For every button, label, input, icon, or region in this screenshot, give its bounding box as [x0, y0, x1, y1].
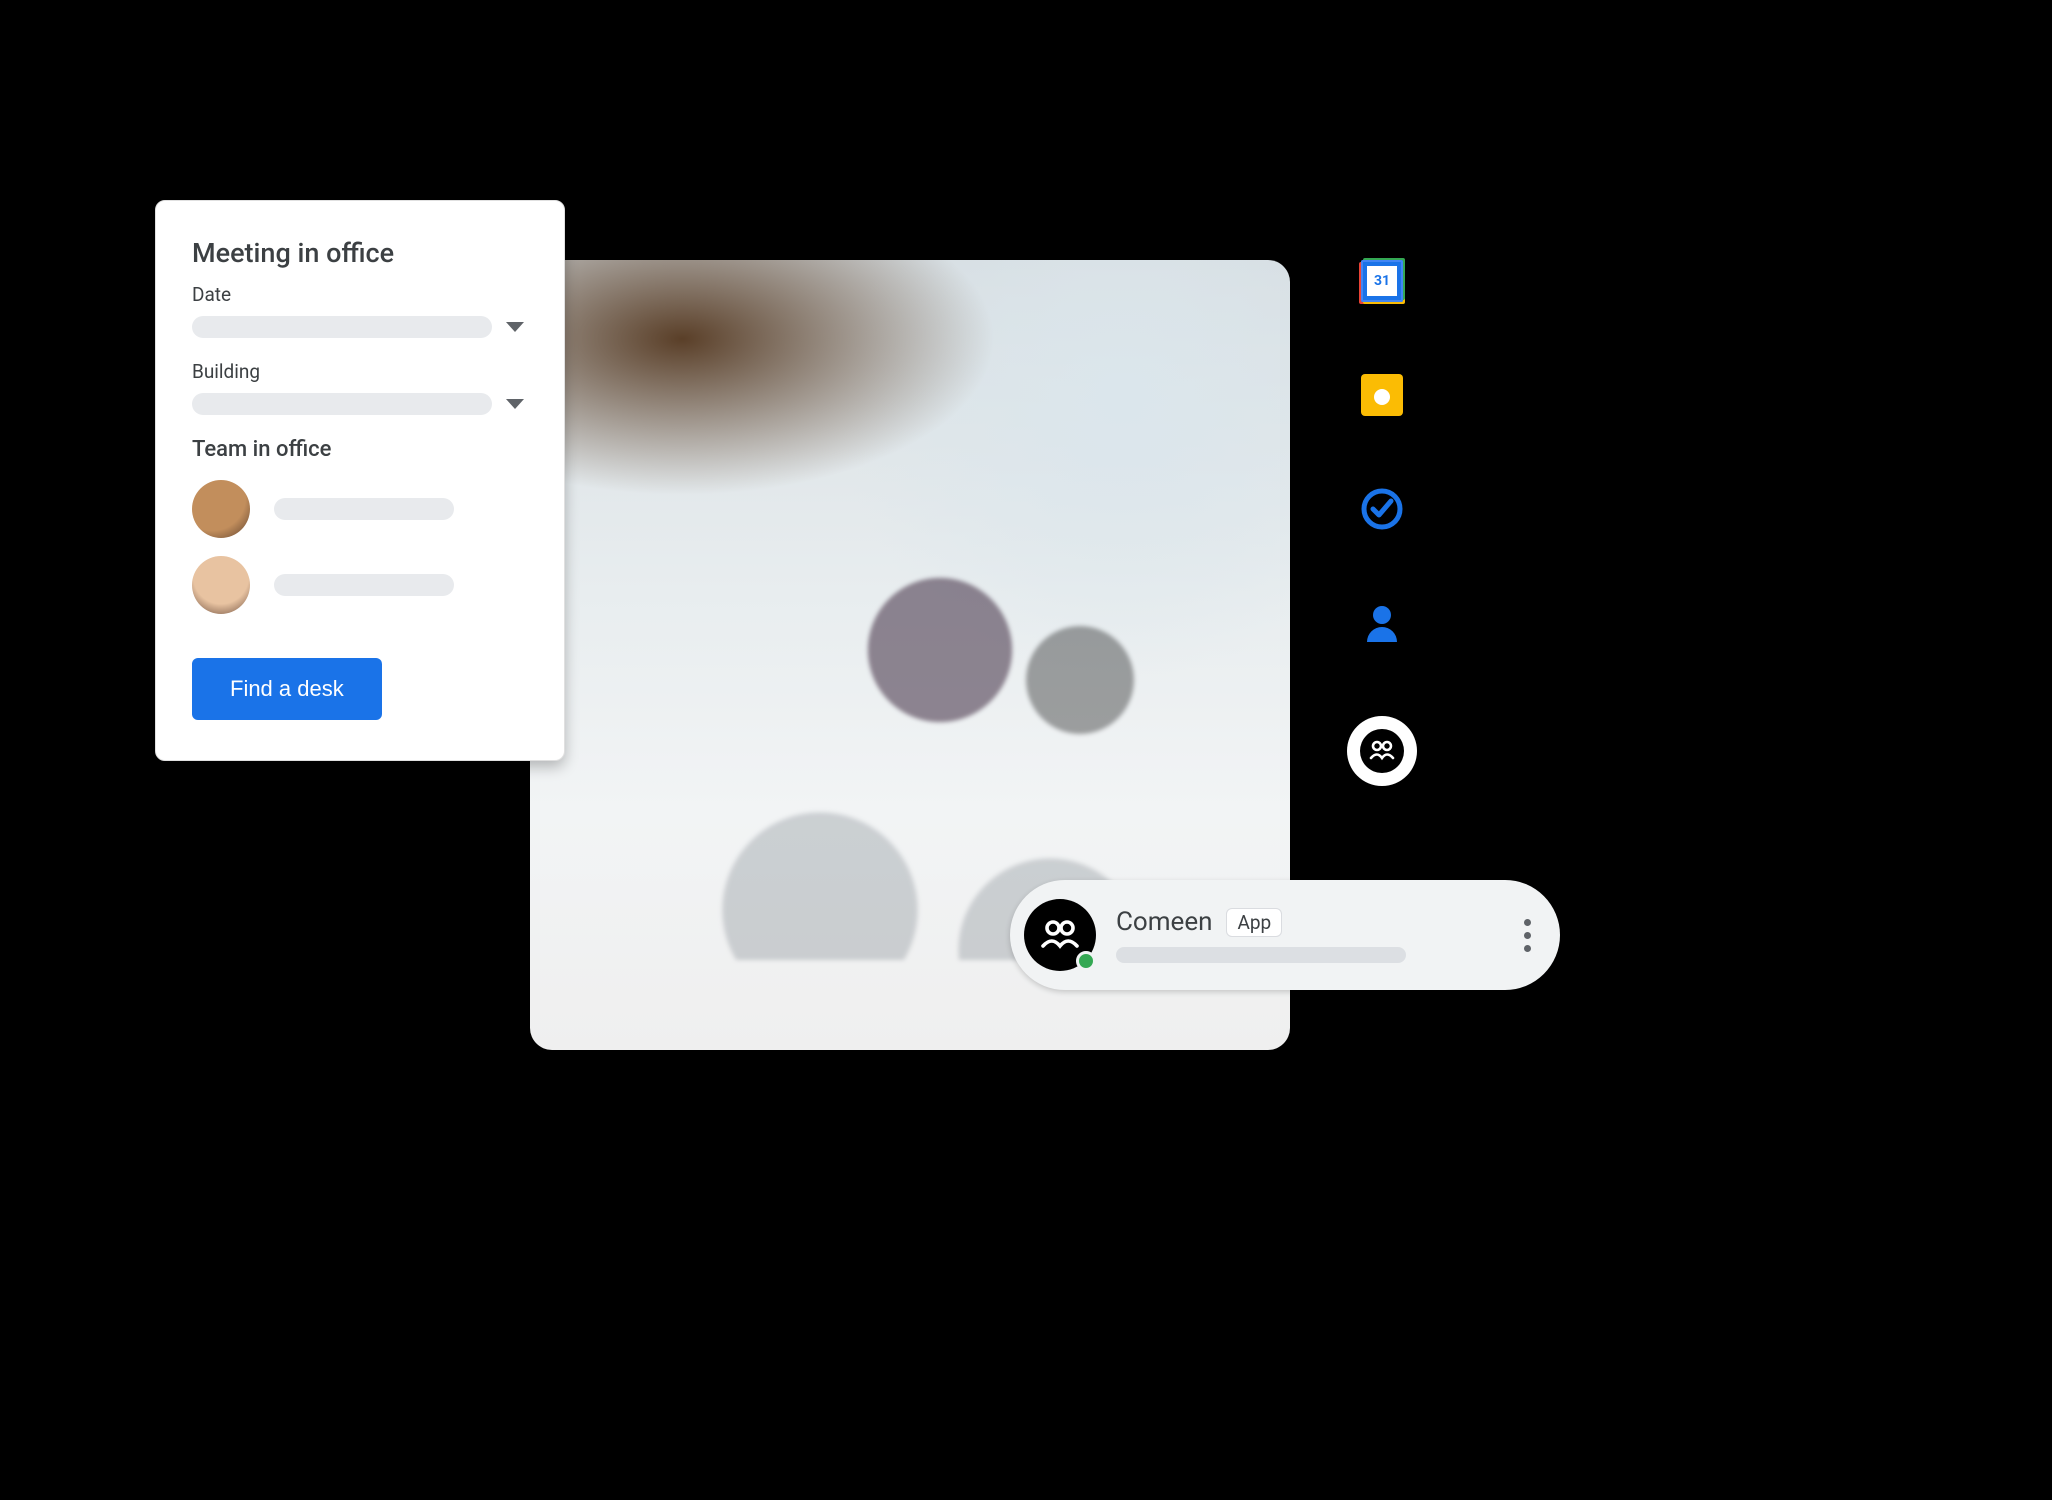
keep-icon[interactable] — [1361, 374, 1403, 416]
team-row — [192, 480, 528, 538]
team-row — [192, 556, 528, 614]
app-name: Comeen — [1116, 907, 1212, 937]
date-label: Date — [192, 283, 528, 306]
app-badge: App — [1226, 908, 1282, 937]
team-name-placeholder — [274, 498, 454, 520]
calendar-icon[interactable]: 31 — [1361, 260, 1403, 302]
comeen-icon[interactable] — [1347, 716, 1417, 786]
comeen-app-chip[interactable]: Comeen App — [1010, 880, 1560, 990]
tasks-icon[interactable] — [1361, 488, 1403, 530]
team-name-placeholder — [274, 574, 454, 596]
date-select[interactable] — [192, 316, 528, 338]
building-select[interactable] — [192, 393, 528, 415]
team-title: Team in office — [192, 437, 528, 462]
avatar — [192, 556, 250, 614]
find-desk-button[interactable]: Find a desk — [192, 658, 382, 720]
building-value-placeholder — [192, 393, 492, 415]
calendar-day: 31 — [1367, 266, 1397, 296]
meeting-card: Meeting in office Date Building Team in … — [155, 200, 565, 761]
side-panel-rail: 31 — [1342, 260, 1422, 786]
more-menu-icon[interactable] — [1524, 919, 1530, 952]
app-subtitle-placeholder — [1116, 947, 1406, 963]
avatar — [192, 480, 250, 538]
date-value-placeholder — [192, 316, 492, 338]
chevron-down-icon — [506, 322, 524, 332]
building-label: Building — [192, 360, 528, 383]
presence-online-icon — [1076, 951, 1096, 971]
card-title: Meeting in office — [192, 237, 528, 269]
contacts-icon[interactable] — [1361, 602, 1403, 644]
chevron-down-icon — [506, 399, 524, 409]
